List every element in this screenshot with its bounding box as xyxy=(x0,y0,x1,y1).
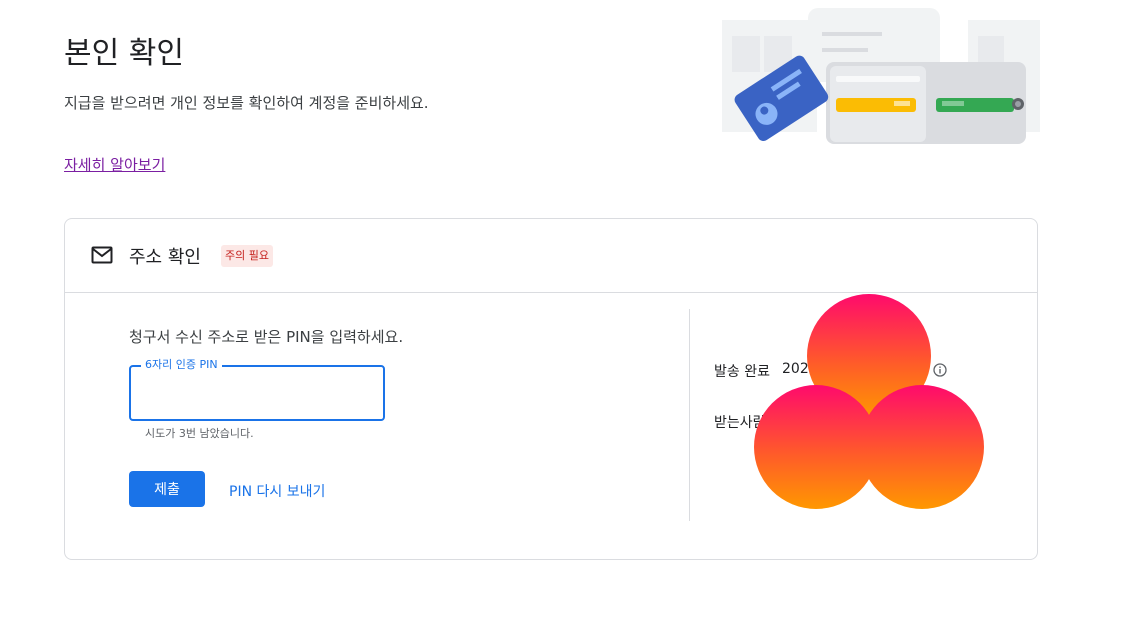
trefoil-logo-overlay xyxy=(754,294,984,509)
page-title: 본인 확인 xyxy=(64,36,184,71)
pin-field[interactable]: 6자리 인증 PIN xyxy=(129,358,385,421)
status-badge: 주의 필요 xyxy=(221,245,273,267)
mail-icon xyxy=(91,246,113,264)
learn-more-link[interactable]: 자세히 알아보기 xyxy=(64,154,165,175)
pin-field-label: 6자리 인증 PIN xyxy=(141,358,222,372)
attempts-remaining-text: 시도가 3번 남았습니다. xyxy=(145,427,254,440)
pin-input[interactable] xyxy=(143,381,375,407)
card-header: 주소 확인 주의 필요 xyxy=(65,219,1037,293)
intro-description: 지급을 받으려면 개인 정보를 확인하여 계정을 준비하세요. xyxy=(64,94,429,112)
submit-button[interactable]: 제출 xyxy=(129,471,205,507)
resend-pin-link[interactable]: PIN 다시 보내기 xyxy=(229,481,325,501)
card-title: 주소 확인 xyxy=(129,247,201,268)
pin-prompt: 청구서 수신 주소로 받은 PIN을 입력하세요. xyxy=(129,328,404,346)
wallet-illustration xyxy=(722,8,1040,144)
vertical-divider xyxy=(689,309,690,521)
